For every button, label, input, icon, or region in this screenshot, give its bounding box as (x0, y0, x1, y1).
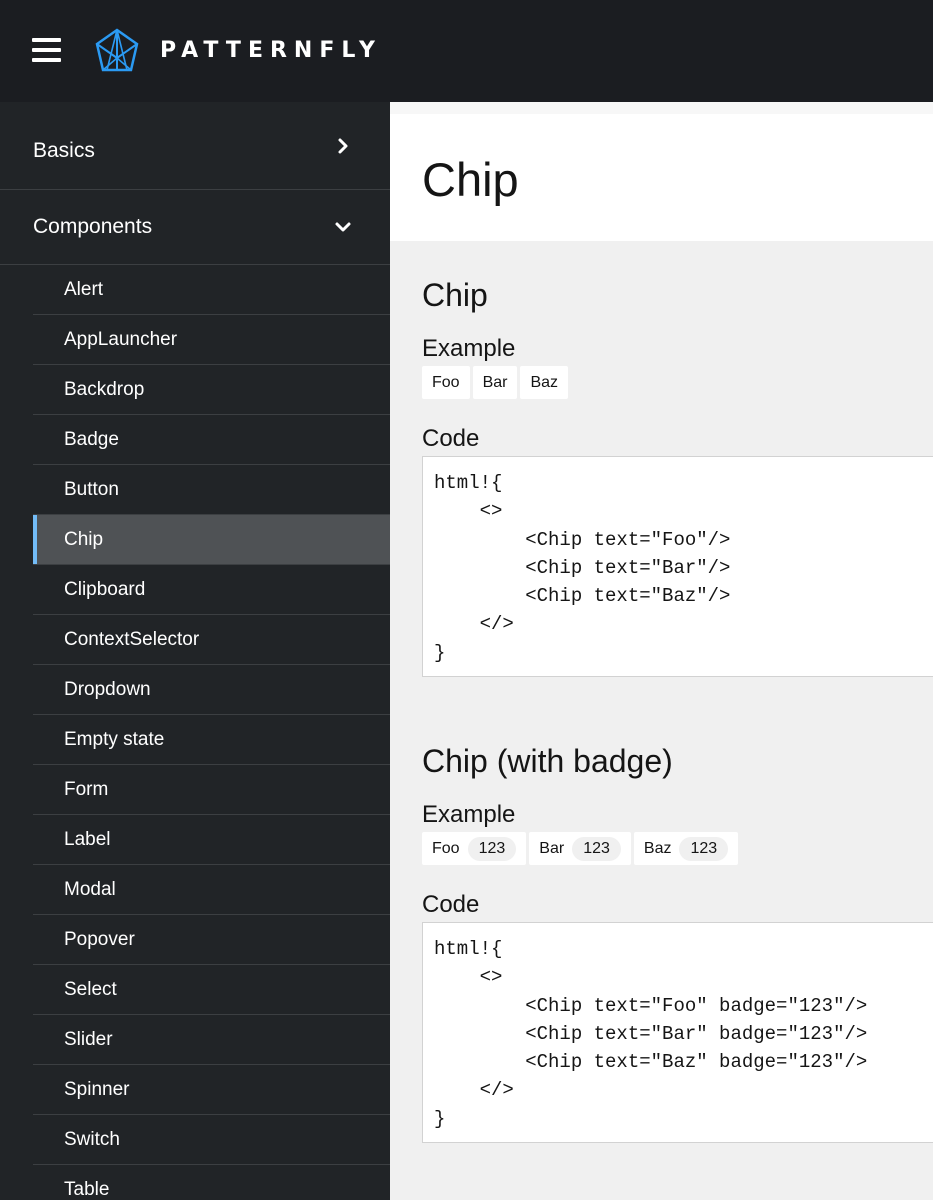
sidebar-item-backdrop[interactable]: Backdrop (33, 365, 390, 415)
sidebar-item-label: Modal (64, 878, 116, 900)
chip[interactable]: Foo (422, 366, 470, 399)
patternfly-logo-icon[interactable] (93, 28, 141, 74)
chip-text: Baz (643, 839, 672, 857)
code-heading: Code (422, 891, 480, 918)
sidebar-item-label: Button (64, 478, 119, 500)
sidebar-item-label: Table (64, 1178, 110, 1200)
sidebar-item-popover[interactable]: Popover (33, 915, 390, 965)
sidebar-item-chip[interactable]: Chip (33, 515, 390, 565)
nav-section-label: Basics (33, 138, 95, 162)
section-chip-with-badge: Chip (with badge) Example Foo 123 Bar 12… (390, 677, 933, 1143)
chip-group: Foo Bar Baz (422, 366, 933, 399)
sidebar-item-slider[interactable]: Slider (33, 1015, 390, 1065)
chip[interactable]: Foo 123 (422, 832, 527, 865)
sidebar-item-label: Dropdown (64, 678, 151, 700)
chip[interactable]: Bar (472, 366, 518, 399)
sidebar-item-label: Select (64, 978, 117, 1000)
sidebar-item-modal[interactable]: Modal (33, 865, 390, 915)
sidebar-item-label: Label (64, 828, 111, 850)
sidebar-item-form[interactable]: Form (33, 765, 390, 815)
chip-badge: 123 (572, 836, 621, 861)
sidebar-item-label: Popover (64, 928, 135, 950)
section-title: Chip (422, 277, 488, 313)
sidebar-nav: Basics Components Alert AppLauncher Back… (0, 102, 390, 1200)
masthead: PATTERNFLY (0, 0, 933, 102)
sidebar-item-empty-state[interactable]: Empty state (33, 715, 390, 765)
sidebar-item-switch[interactable]: Switch (33, 1115, 390, 1165)
sidebar-item-badge[interactable]: Badge (33, 415, 390, 465)
sidebar-item-label: Spinner (64, 1078, 130, 1100)
chip-text: Baz (530, 373, 559, 391)
brand-name[interactable]: PATTERNFLY (160, 37, 382, 65)
sidebar-item-table[interactable]: Table (33, 1165, 390, 1200)
section-title: Chip (with badge) (422, 743, 673, 779)
sidebar-item-applauncher[interactable]: AppLauncher (33, 315, 390, 365)
sidebar-item-label: ContextSelector (64, 628, 200, 650)
page-header: Chip (390, 102, 933, 241)
nav-section-label: Components (33, 215, 153, 238)
sidebar-item-label: Switch (64, 1128, 120, 1150)
chip-badge: 123 (467, 836, 517, 861)
section-chip: Chip Example Foo Bar Baz Code html!{ <> … (390, 241, 933, 677)
sidebar-item-clipboard[interactable]: Clipboard (33, 565, 390, 615)
sidebar-item-label: Backdrop (64, 378, 145, 400)
sidebar-item-label: Alert (64, 278, 104, 300)
chip-text: Bar (539, 839, 565, 857)
sidebar-item-button[interactable]: Button (33, 465, 390, 515)
hamburger-menu-icon[interactable] (32, 37, 61, 63)
chip-group: Foo 123 Bar 123 Baz 123 (422, 832, 933, 865)
sidebar-item-alert[interactable]: Alert (33, 265, 390, 315)
chip[interactable]: Bar 123 (529, 832, 631, 865)
main-content: Chip Chip Example Foo Bar Baz Code html!… (390, 102, 933, 1200)
code-heading: Code (422, 425, 480, 452)
sidebar-item-label: Slider (64, 1028, 113, 1050)
nav-section-basics[interactable]: Basics (0, 102, 390, 190)
nav-section-components[interactable]: Components (0, 190, 390, 265)
sidebar-item-label: Badge (64, 428, 119, 450)
page-title: Chip (422, 153, 519, 206)
chip-text: Foo (432, 373, 460, 391)
chip-text: Foo (432, 839, 460, 857)
sidebar-item-label: Form (64, 778, 109, 800)
sidebar-item-spinner[interactable]: Spinner (33, 1065, 390, 1115)
sidebar-item-dropdown[interactable]: Dropdown (33, 665, 390, 715)
sidebar-item-label: Empty state (64, 728, 165, 750)
chip-text: Bar (482, 373, 508, 391)
chevron-down-icon (335, 222, 351, 232)
sidebar-item-contextselector[interactable]: ContextSelector (33, 615, 390, 665)
chip[interactable]: Baz 123 (633, 832, 739, 865)
sidebar-item-label: Clipboard (64, 578, 146, 600)
code-block[interactable]: html!{ <> <Chip text="Foo"/> <Chip text=… (422, 456, 933, 677)
chip[interactable]: Baz (520, 366, 569, 399)
chevron-right-icon (338, 138, 348, 153)
sidebar-item-select[interactable]: Select (33, 965, 390, 1015)
sidebar-item-label[interactable]: Label (33, 815, 390, 865)
example-heading: Example (422, 801, 516, 828)
components-list: Alert AppLauncher Backdrop Badge Button … (0, 265, 390, 1200)
sidebar-item-label: AppLauncher (64, 328, 178, 350)
example-heading: Example (422, 335, 516, 362)
chip-badge: 123 (679, 836, 729, 861)
code-block[interactable]: html!{ <> <Chip text="Foo" badge="123"/>… (422, 922, 933, 1143)
sidebar-item-label: Chip (64, 528, 104, 550)
